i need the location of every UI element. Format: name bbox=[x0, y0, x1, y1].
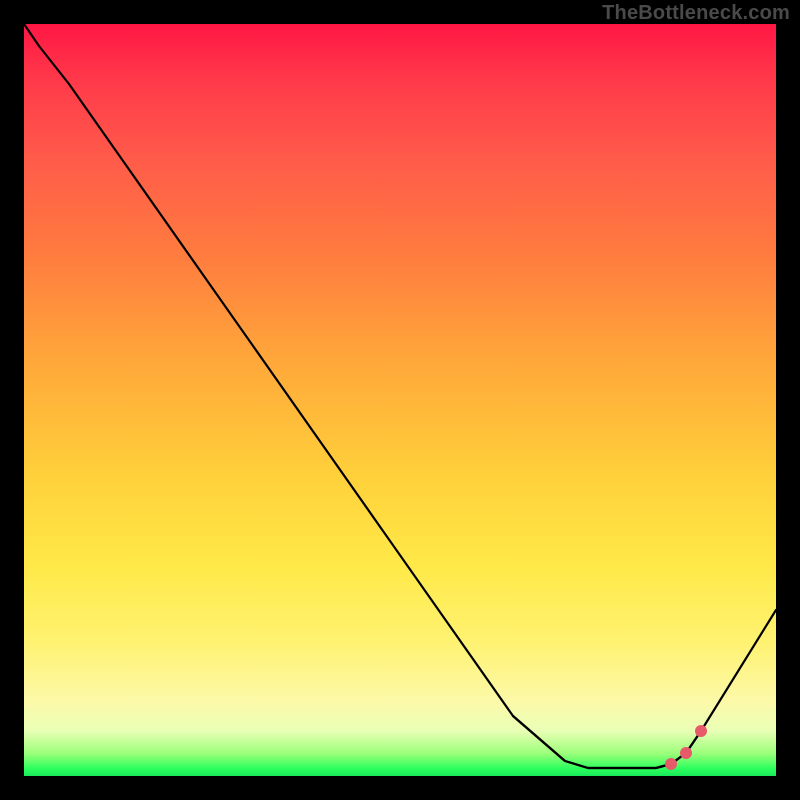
watermark-text: TheBottleneck.com bbox=[602, 2, 790, 25]
marker-dot bbox=[665, 758, 677, 770]
chart-frame: TheBottleneck.com bbox=[0, 0, 800, 800]
bottleneck-curve bbox=[24, 24, 776, 776]
plot-area bbox=[24, 24, 776, 776]
curve-path bbox=[24, 24, 776, 768]
marker-dot bbox=[680, 747, 692, 759]
marker-dot bbox=[695, 725, 707, 737]
